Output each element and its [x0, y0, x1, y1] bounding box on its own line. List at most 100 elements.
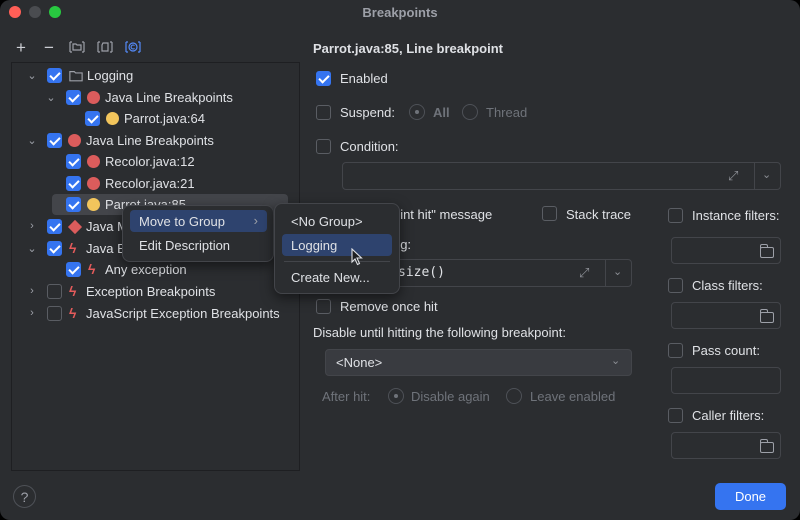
menu-item-label: Edit Description [139, 237, 231, 253]
leave-enabled-radio[interactable] [506, 388, 522, 404]
remove-once-hit-checkbox[interactable] [316, 299, 331, 314]
submenu-item-no-group[interactable]: <No Group> [282, 210, 392, 232]
leave-enabled-label: Leave enabled [530, 389, 616, 404]
file-group-icon [97, 41, 113, 53]
remove-once-hit-label: Remove once hit [340, 299, 438, 314]
lightning-icon: ϟ [69, 305, 77, 321]
lightning-icon: ϟ [69, 283, 77, 299]
yellow-dot-icon [106, 112, 119, 125]
class-group-icon [125, 41, 141, 53]
chevron-down-icon: ⌄ [611, 355, 621, 367]
checkbox[interactable] [47, 241, 62, 256]
condition-label: Condition: [340, 139, 399, 154]
caller-filters-input[interactable] [671, 432, 781, 459]
condition-checkbox[interactable] [316, 139, 331, 154]
folder-icon[interactable] [759, 439, 774, 453]
tree-item-label: Parrot.java:64 [124, 111, 205, 126]
group-by-package-button[interactable] [68, 38, 86, 56]
menu-separator [284, 261, 390, 262]
tree-toolbar: + − [12, 37, 142, 57]
chevron-down-icon[interactable]: ⌄ [613, 265, 622, 278]
checkbox[interactable] [47, 284, 62, 299]
dropdown-value: <None> [336, 355, 383, 370]
submenu-item-create-new[interactable]: Create New... [282, 266, 392, 288]
mouse-cursor-icon [351, 248, 363, 266]
chevron-right-icon[interactable]: › [26, 285, 38, 297]
suspend-all-radio[interactable] [409, 104, 425, 120]
instance-filters-input[interactable] [671, 237, 781, 264]
enabled-checkbox[interactable] [316, 71, 331, 86]
checkbox[interactable] [66, 90, 81, 105]
checkbox[interactable] [47, 133, 62, 148]
instance-filters-checkbox[interactable] [668, 208, 683, 223]
suspend-all-label: All [433, 105, 450, 120]
instance-filters-label: Instance filters: [692, 208, 780, 223]
class-filters-checkbox[interactable] [668, 278, 683, 293]
context-menu: Move to Group › Edit Description [122, 205, 274, 262]
window-title: Breakpoints [362, 5, 438, 20]
chevron-down-icon[interactable]: ⌄ [762, 168, 771, 181]
disable-again-label: Disable again [411, 389, 490, 404]
disable-until-dropdown[interactable]: <None> ⌄ [325, 349, 632, 376]
add-breakpoint-button[interactable]: + [12, 38, 30, 56]
done-button[interactable]: Done [715, 483, 786, 510]
checkbox[interactable] [66, 197, 81, 212]
chevron-down-icon[interactable]: ⌄ [45, 91, 57, 104]
menu-item-edit-description[interactable]: Edit Description [130, 234, 267, 256]
help-button[interactable]: ? [13, 485, 36, 508]
tree-item-label: Any exception [105, 262, 187, 277]
pass-count-input[interactable] [671, 367, 781, 394]
chevron-right-icon[interactable]: › [26, 307, 38, 319]
suspend-thread-label: Thread [486, 105, 528, 120]
tree-item-label: Logging [87, 68, 134, 83]
lightning-icon: ϟ [88, 261, 96, 277]
stack-trace-checkbox[interactable] [542, 206, 557, 221]
checkbox[interactable] [47, 68, 62, 83]
suspend-thread-radio[interactable] [462, 104, 478, 120]
expand-icon[interactable]: ⤢ [728, 168, 738, 184]
yellow-dot-icon [87, 198, 100, 211]
tree-item-label: JavaScript Exception Breakpoints [86, 306, 280, 321]
condition-input[interactable]: ⤢ ⌄ [342, 162, 781, 190]
folder-icon[interactable] [759, 309, 774, 323]
remove-breakpoint-button[interactable]: − [40, 38, 58, 56]
breakpoint-title: Parrot.java:85, Line breakpoint [313, 41, 504, 56]
disable-again-radio[interactable] [388, 388, 404, 404]
suspend-label: Suspend: [340, 105, 395, 120]
pass-count-checkbox[interactable] [668, 343, 683, 358]
breakpoints-tree: ⌄ Logging ⌄ Java Line Breakpoints Parrot… [11, 62, 300, 471]
tree-item-label: Java Line Breakpoints [105, 90, 233, 105]
folder-icon[interactable] [759, 244, 774, 258]
group-by-file-button[interactable] [96, 38, 114, 56]
tree-item-label: Exception Breakpoints [86, 284, 216, 299]
checkbox[interactable] [66, 154, 81, 169]
red-dot-icon [87, 177, 100, 190]
menu-item-label: <No Group> [291, 213, 363, 229]
class-filters-input[interactable] [671, 302, 781, 329]
menu-item-label: Create New... [291, 269, 370, 285]
expand-icon[interactable]: ⤢ [579, 265, 589, 281]
group-by-class-button[interactable] [124, 38, 142, 56]
checkbox[interactable] [85, 111, 100, 126]
divider [605, 260, 606, 286]
after-hit-label: After hit: [322, 389, 371, 404]
chevron-right-icon[interactable]: › [26, 220, 38, 232]
checkbox[interactable] [47, 219, 62, 234]
folder-group-icon [69, 41, 85, 53]
chevron-down-icon[interactable]: ⌄ [26, 242, 38, 255]
suspend-checkbox[interactable] [316, 105, 331, 120]
minus-icon: − [44, 37, 54, 57]
stack-trace-label: Stack trace [566, 207, 632, 222]
caller-filters-checkbox[interactable] [668, 408, 683, 423]
submenu-item-logging[interactable]: Logging [282, 234, 392, 256]
checkbox[interactable] [66, 176, 81, 191]
question-icon: ? [20, 488, 29, 505]
menu-item-move-to-group[interactable]: Move to Group › [130, 210, 267, 232]
chevron-right-icon: › [253, 213, 258, 228]
checkbox[interactable] [47, 306, 62, 321]
chevron-down-icon[interactable]: ⌄ [26, 69, 38, 82]
red-dot-icon [87, 155, 100, 168]
checkbox[interactable] [66, 262, 81, 277]
red-dot-icon [87, 91, 100, 104]
chevron-down-icon[interactable]: ⌄ [26, 134, 38, 147]
